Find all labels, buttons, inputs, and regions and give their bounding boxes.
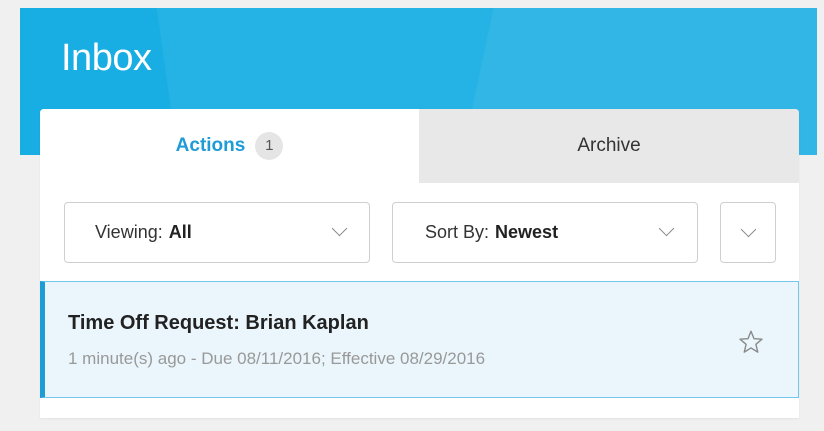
tab-actions[interactable]: Actions 1 (40, 109, 419, 183)
chevron-down-icon (658, 220, 675, 237)
chevron-down-icon (331, 220, 348, 237)
sort-value: Newest (495, 222, 559, 242)
sort-label: Sort By: (425, 222, 490, 242)
viewing-dropdown[interactable]: Viewing: All (64, 202, 370, 263)
actions-count-badge: 1 (255, 132, 284, 160)
more-options-button[interactable] (720, 202, 776, 263)
inbox-card: Actions 1 Archive Viewing: All Sort By: … (40, 109, 799, 418)
star-icon[interactable] (737, 328, 765, 356)
viewing-value: All (168, 222, 192, 242)
sort-dropdown[interactable]: Sort By: Newest (392, 202, 698, 263)
page-title: Inbox (61, 37, 152, 79)
viewing-label: Viewing: (95, 222, 163, 242)
inbox-item-title: Time Off Request: Brian Kaplan (68, 312, 369, 334)
chevron-down-icon (740, 221, 756, 238)
inbox-tabs: Actions 1 Archive (40, 109, 799, 183)
tab-actions-label: Actions (175, 135, 246, 156)
inbox-page: Inbox Actions 1 Archive Viewing: All Sor… (0, 0, 824, 431)
tab-archive[interactable]: Archive (419, 109, 799, 183)
tab-archive-label: Archive (577, 135, 641, 156)
inbox-item[interactable]: Time Off Request: Brian Kaplan 1 minute(… (40, 281, 799, 398)
inbox-item-meta: 1 minute(s) ago - Due 08/11/2016; Effect… (68, 349, 486, 368)
